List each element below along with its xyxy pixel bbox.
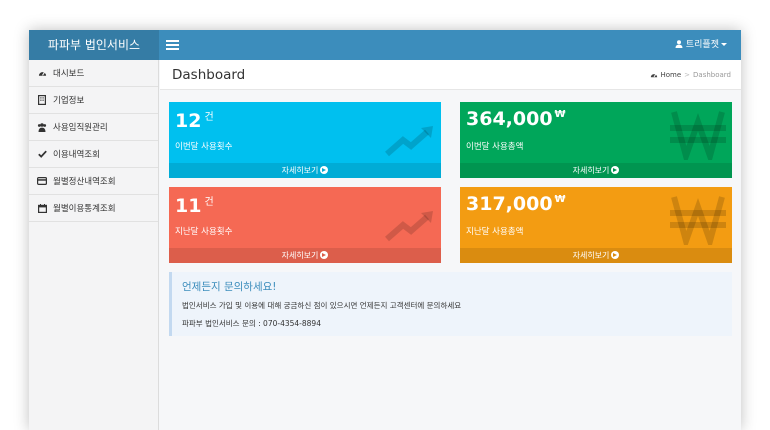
breadcrumb-separator: > <box>684 71 691 79</box>
main-content: Dashboard Home > Dashboard 12 건 이번달 사용횟수 자세… <box>160 60 741 430</box>
stat-label: 이번달 사용총액 <box>466 142 524 152</box>
building-icon <box>37 95 47 105</box>
chevron-down-icon <box>721 43 727 46</box>
check-icon <box>37 149 47 159</box>
more-info-label: 자세히보기 <box>281 251 319 260</box>
calendar-icon <box>37 203 47 213</box>
credit-card-icon <box>37 176 47 186</box>
sidebar: 대시보드 기업정보 사용임직원관리 이용내역조회 월별정산내역조회 월별이용통계… <box>29 60 159 430</box>
stat-box-last-month-count: 11 건 지난달 사용횟수 자세히보기 <box>169 187 441 263</box>
dashboard-icon <box>651 74 658 78</box>
sidebar-item-label: 이용내역조회 <box>53 150 100 160</box>
more-info-label: 자세히보기 <box>572 251 610 260</box>
sidebar-item-monthly-statistics[interactable]: 월별이용통계조회 <box>29 195 158 222</box>
stat-number: 317,000 <box>466 193 553 215</box>
content-header: Dashboard Home > Dashboard <box>160 60 741 90</box>
stat-box-last-month-amount: 317,000 ₩ 지난달 사용총액 자세히보기 <box>460 187 732 263</box>
arrow-circle-right-icon <box>320 251 329 259</box>
won-icon <box>670 196 726 245</box>
dashboard-icon <box>37 68 47 78</box>
stat-unit: 건 <box>204 197 214 208</box>
brand-logo[interactable]: 파파부 법인서비스 <box>29 30 159 60</box>
stat-unit: 건 <box>204 112 214 123</box>
more-info-link[interactable]: 자세히보기 <box>169 248 441 263</box>
stat-unit: ₩ <box>554 109 566 120</box>
sidebar-item-label: 월별정산내역조회 <box>53 177 116 187</box>
arrow-circle-right-icon <box>611 251 620 259</box>
stat-number: 364,000 <box>466 108 553 130</box>
sidebar-item-label: 사용임직원관리 <box>53 123 108 133</box>
trend-up-icon <box>385 126 433 157</box>
sidebar-item-monthly-settlement[interactable]: 월별정산내역조회 <box>29 168 158 195</box>
breadcrumb-home-link[interactable]: Home <box>660 71 681 79</box>
sidebar-item-label: 월별이용통계조회 <box>53 204 116 214</box>
arrow-circle-right-icon <box>320 166 329 174</box>
won-icon <box>670 111 726 160</box>
stat-label: 지난달 사용총액 <box>466 227 524 237</box>
stat-box-this-month-amount: 364,000 ₩ 이번달 사용총액 자세히보기 <box>460 102 732 178</box>
app-window: 파파부 법인서비스 트리플젯 대시보드 기업정보 사용임직원관리 이용내역조회 … <box>29 30 741 430</box>
arrow-circle-right-icon <box>611 166 620 174</box>
callout-contact-phone: 파파부 법인서비스 문의 : 070-4354-8894 <box>182 319 321 328</box>
breadcrumb-current: Dashboard <box>693 71 731 79</box>
user-name: 트리플젯 <box>685 40 719 50</box>
trend-up-icon <box>385 211 433 242</box>
contact-callout: 언제든지 문의하세요! 법인서비스 가입 및 이용에 대해 궁금하신 점이 있으… <box>169 272 732 336</box>
stat-number: 12 <box>175 110 202 132</box>
sidebar-item-label: 대시보드 <box>53 69 85 79</box>
breadcrumb: Home > Dashboard <box>650 71 731 79</box>
sidebar-item-label: 기업정보 <box>53 96 85 106</box>
more-info-label: 자세히보기 <box>572 166 610 175</box>
menu-toggle-icon[interactable] <box>166 40 179 50</box>
sidebar-item-usage-history[interactable]: 이용내역조회 <box>29 141 158 168</box>
sidebar-item-company-info[interactable]: 기업정보 <box>29 87 158 114</box>
callout-title: 언제든지 문의하세요! <box>182 281 277 293</box>
stat-value: 317,000 ₩ <box>466 193 566 215</box>
users-icon <box>37 122 47 132</box>
user-icon <box>675 40 683 48</box>
page-title: Dashboard <box>172 67 246 83</box>
stat-unit: ₩ <box>554 194 566 205</box>
stat-value: 12 건 <box>175 108 214 132</box>
stat-number: 11 <box>175 195 202 217</box>
more-info-link[interactable]: 자세히보기 <box>460 163 732 178</box>
more-info-link[interactable]: 자세히보기 <box>460 248 732 263</box>
user-menu[interactable]: 트리플젯 <box>675 30 727 60</box>
stat-value: 364,000 ₩ <box>466 108 566 130</box>
stat-value: 11 건 <box>175 193 214 217</box>
sidebar-item-dashboard[interactable]: 대시보드 <box>29 60 158 87</box>
stat-label: 지난달 사용횟수 <box>175 227 233 237</box>
sidebar-item-employee-management[interactable]: 사용임직원관리 <box>29 114 158 141</box>
top-navbar: 파파부 법인서비스 트리플젯 <box>29 30 741 60</box>
stat-box-this-month-count: 12 건 이번달 사용횟수 자세히보기 <box>169 102 441 178</box>
more-info-label: 자세히보기 <box>281 166 319 175</box>
callout-description: 법인서비스 가입 및 이용에 대해 궁금하신 점이 있으시면 언제든지 고객센터… <box>182 301 462 310</box>
more-info-link[interactable]: 자세히보기 <box>169 163 441 178</box>
stat-label: 이번달 사용횟수 <box>175 142 233 152</box>
